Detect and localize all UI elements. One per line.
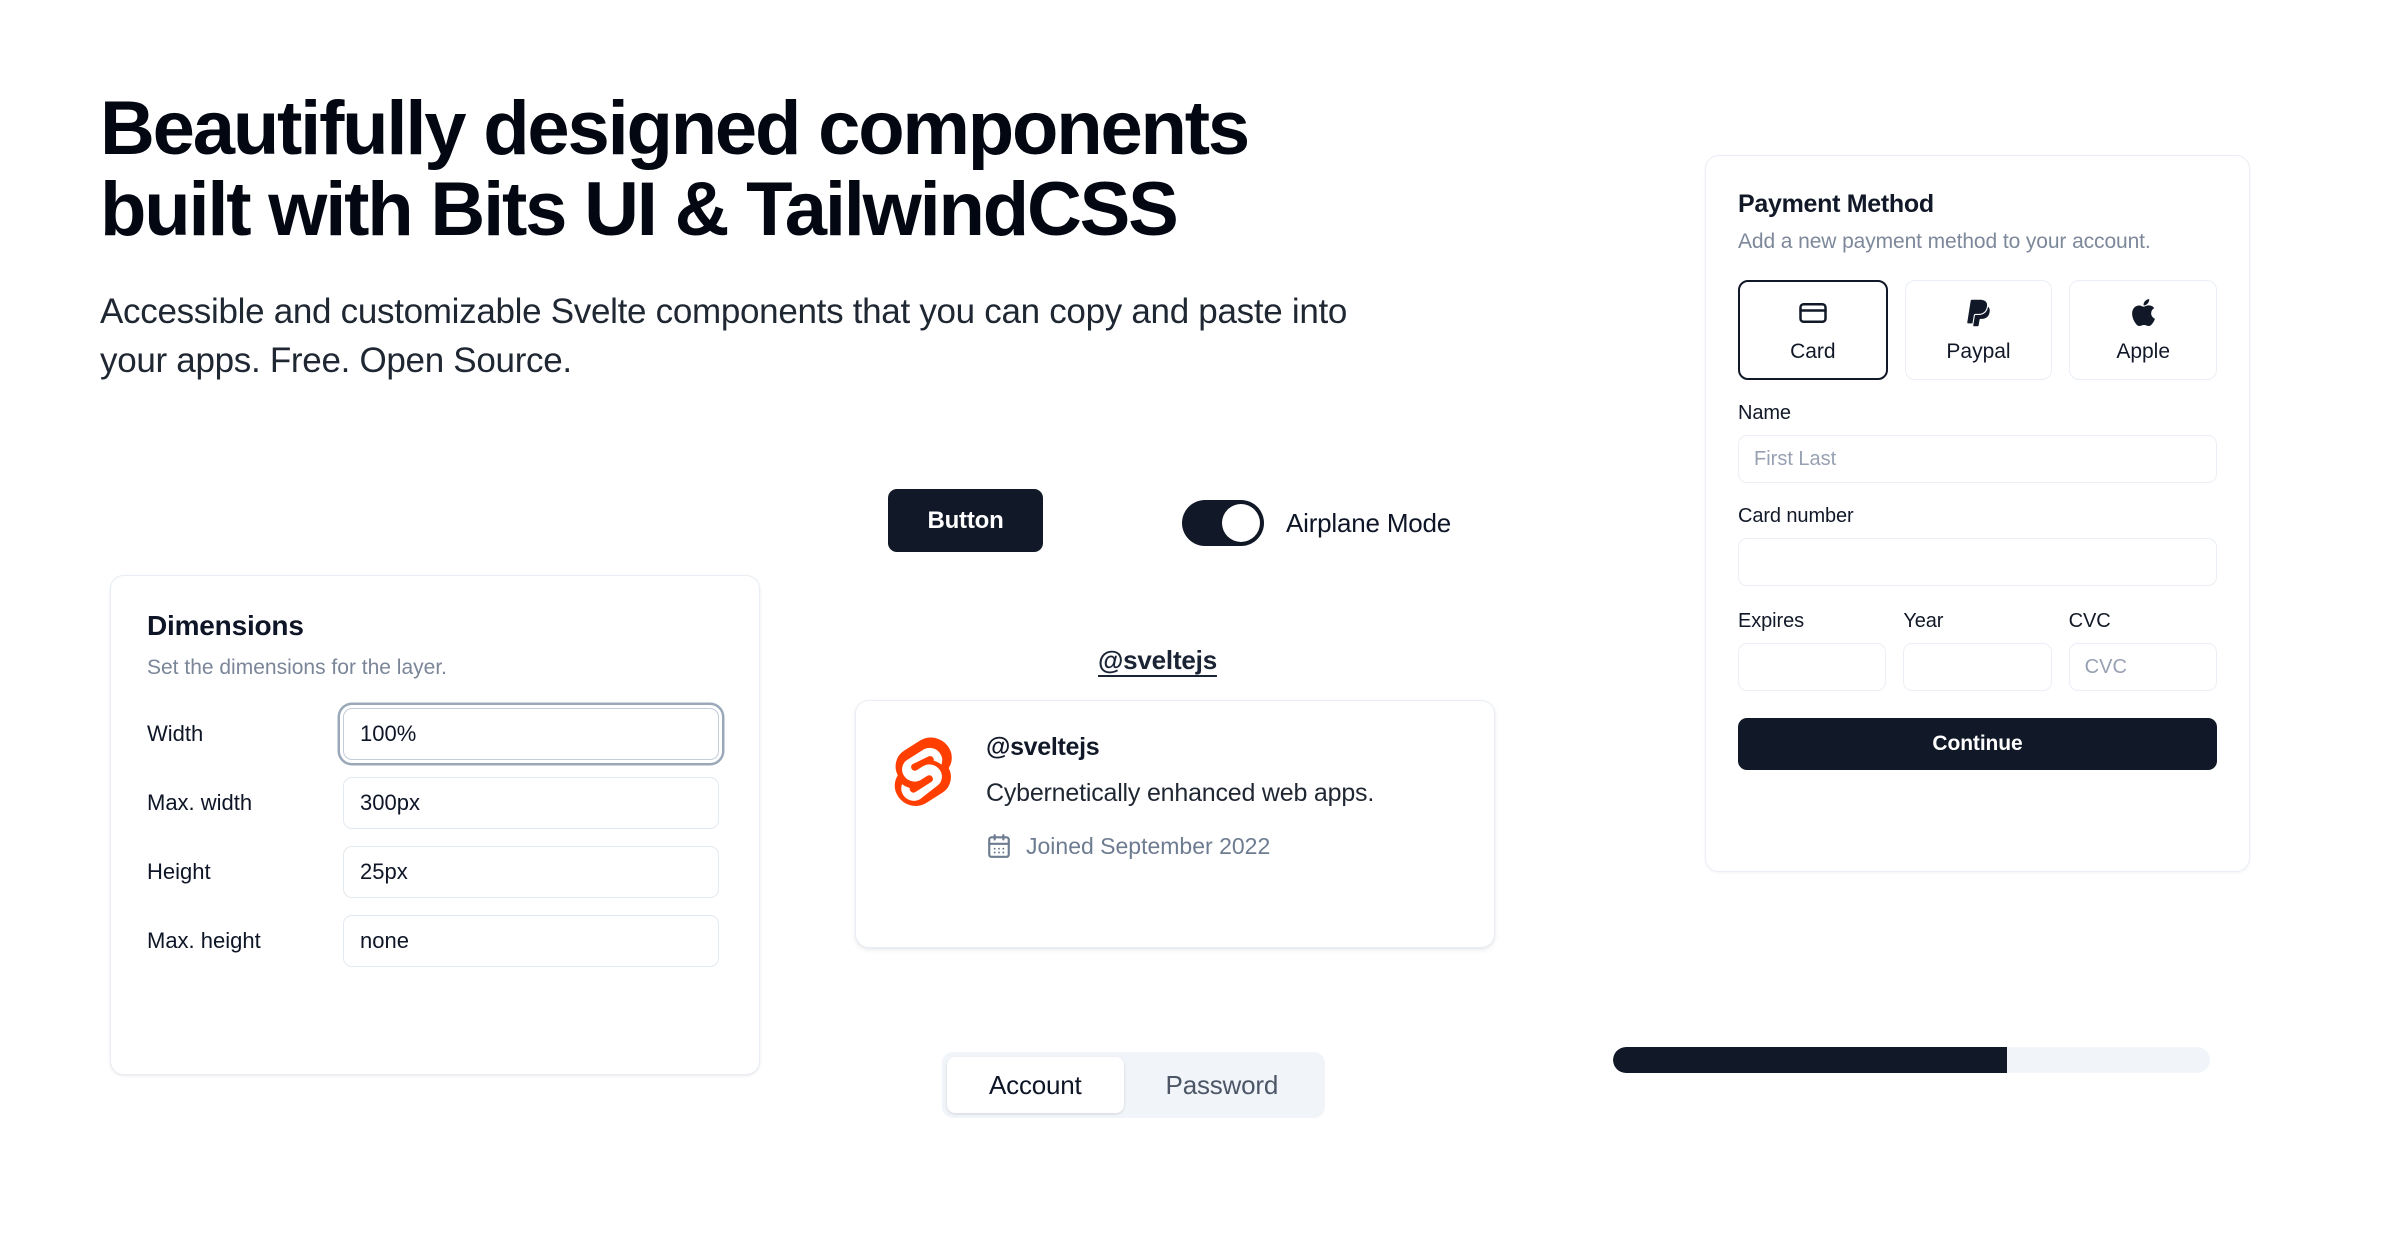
- svelte-logo-icon: [886, 737, 958, 809]
- payment-method-description: Add a new payment method to your account…: [1738, 230, 2151, 253]
- hovercard: @sveltejs Cybernetically enhanced web ap…: [855, 700, 1495, 948]
- width-input[interactable]: [343, 708, 719, 760]
- credit-card-icon: [1798, 296, 1828, 329]
- switch-knob-icon: [1222, 504, 1260, 542]
- card-number-label: Card number: [1738, 505, 1854, 527]
- hovercard-description: Cybernetically enhanced web apps.: [986, 779, 1375, 807]
- expires-field-group: Expires: [1738, 610, 1887, 691]
- hovercard-trigger-link[interactable]: @sveltejs: [1098, 645, 1217, 676]
- name-input[interactable]: [1738, 435, 2217, 483]
- expires-label: Expires: [1738, 610, 1804, 632]
- airplane-mode-switch[interactable]: [1182, 500, 1264, 546]
- dimensions-row-max-height: Max. height: [147, 915, 723, 967]
- hovercard-joined: Joined September 2022: [986, 833, 1464, 860]
- airplane-mode-group: Airplane Mode: [1182, 500, 1451, 546]
- page-title-line-1: Beautifully designed components: [100, 86, 1250, 171]
- max-height-label: Max. height: [147, 928, 261, 953]
- tab-password[interactable]: Password: [1124, 1057, 1321, 1113]
- max-width-label: Max. width: [147, 790, 253, 815]
- settings-tabs: Account Password: [942, 1052, 1326, 1118]
- max-height-input[interactable]: [343, 915, 719, 967]
- dimensions-row-max-width: Max. width: [147, 777, 723, 829]
- calendar-icon: [986, 833, 1012, 859]
- payment-option-paypal[interactable]: Paypal: [1904, 280, 2053, 380]
- hovercard-name: @sveltejs: [986, 733, 1100, 761]
- name-label: Name: [1738, 402, 1791, 424]
- hovercard-joined-text: Joined September 2022: [1026, 832, 1271, 859]
- payment-option-card-label: Card: [1790, 340, 1836, 363]
- dimensions-description: Set the dimensions for the layer.: [147, 656, 447, 679]
- airplane-mode-label: Airplane Mode: [1286, 507, 1452, 538]
- year-label: Year: [1903, 610, 1944, 632]
- dimensions-card: Dimensions Set the dimensions for the la…: [110, 575, 760, 1075]
- height-label: Height: [147, 859, 211, 884]
- year-input[interactable]: [1903, 643, 2052, 691]
- hovercard-body: @sveltejs Cybernetically enhanced web ap…: [986, 733, 1464, 915]
- apple-icon: [2131, 296, 2156, 329]
- tab-account[interactable]: Account: [947, 1057, 1124, 1113]
- dimensions-title: Dimensions: [147, 610, 304, 641]
- continue-button[interactable]: Continue: [1738, 718, 2217, 770]
- page-root: Beautifully designed components built wi…: [0, 0, 2400, 1256]
- year-field-group: Year: [1903, 610, 2052, 691]
- hero-section: Beautifully designed components built wi…: [100, 88, 1520, 386]
- page-title-line-2: built with Bits UI & TailwindCSS: [100, 167, 1179, 253]
- progress-bar-fill: [1613, 1047, 2008, 1073]
- paypal-icon: [1965, 296, 1992, 329]
- payment-option-apple-label: Apple: [2116, 340, 2171, 363]
- dimensions-row-width: Width: [147, 708, 723, 760]
- progress-bar[interactable]: [1613, 1047, 2210, 1073]
- dimensions-fields: Width Max. width Height Max. height: [147, 708, 723, 967]
- cvc-input[interactable]: [2068, 643, 2217, 691]
- payment-method-title: Payment Method: [1738, 190, 1934, 218]
- expiry-field-row: Expires Year CVC: [1738, 610, 2217, 691]
- expires-input[interactable]: [1738, 643, 1887, 691]
- payment-option-paypal-label: Paypal: [1946, 340, 2011, 363]
- dimensions-row-height: Height: [147, 846, 723, 898]
- payment-option-apple[interactable]: Apple: [2069, 280, 2218, 380]
- cvc-label: CVC: [2068, 610, 2111, 632]
- max-width-input[interactable]: [343, 777, 719, 829]
- page-subtitle: Accessible and customizable Svelte compo…: [100, 291, 1348, 381]
- card-number-field-group: Card number: [1738, 505, 2217, 586]
- payment-option-card[interactable]: Card: [1738, 280, 1888, 380]
- cvc-field-group: CVC: [2068, 610, 2217, 691]
- name-field-group: Name: [1738, 402, 2217, 483]
- page-title: Beautifully designed components built wi…: [100, 88, 1520, 251]
- payment-method-options: Card Paypal Apple: [1738, 280, 2218, 380]
- card-number-input[interactable]: [1738, 538, 2217, 586]
- payment-method-card: Payment Method Add a new payment method …: [1705, 155, 2250, 872]
- height-input[interactable]: [343, 846, 719, 898]
- width-label: Width: [147, 721, 204, 746]
- demo-button[interactable]: Button: [888, 489, 1043, 552]
